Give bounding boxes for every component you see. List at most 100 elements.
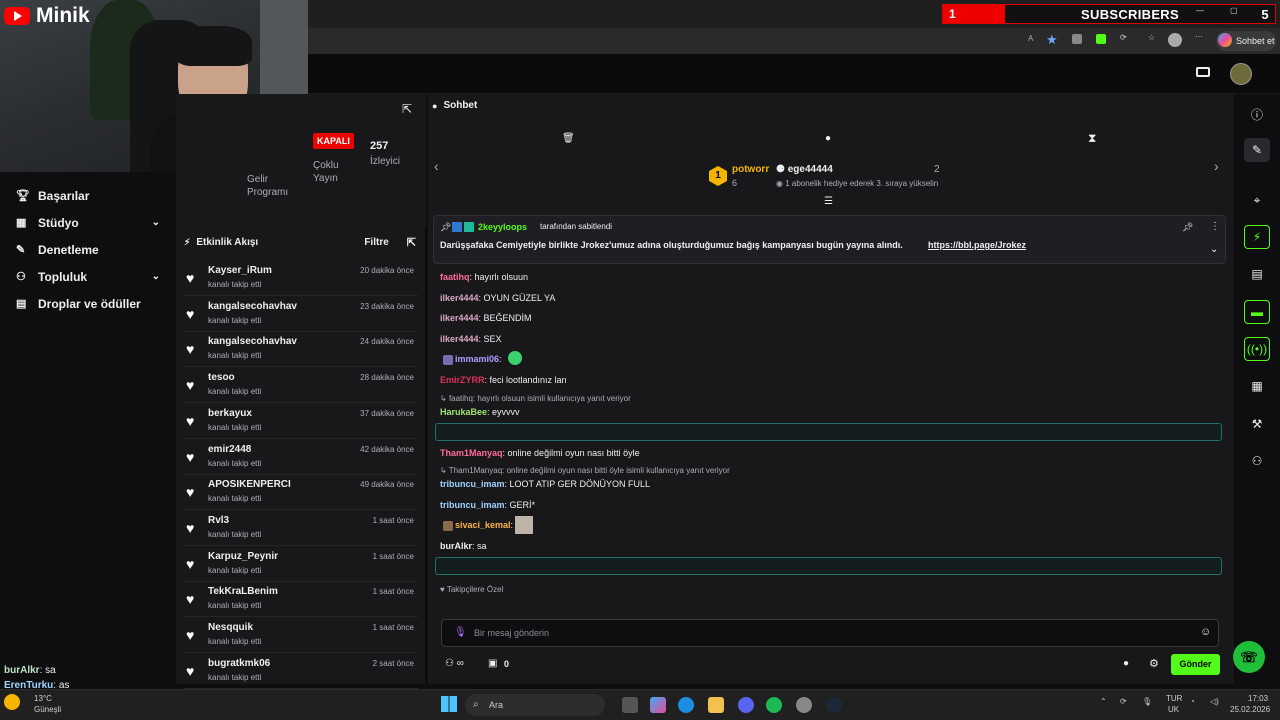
activity-user[interactable]: Rvl3 xyxy=(208,515,229,526)
activity-row[interactable]: ♥ Rvl3 kanalı takip etti 1 saat önce xyxy=(184,512,418,546)
theatre-mode-icon[interactable] xyxy=(1196,67,1210,77)
steam-icon[interactable] xyxy=(826,697,842,713)
trash-icon[interactable]: 🗑︎ xyxy=(562,133,575,144)
send-button[interactable]: Gönder xyxy=(1171,654,1220,675)
filter-button[interactable]: Filtre xyxy=(364,237,388,248)
chat-username[interactable]: faatihq xyxy=(440,272,470,282)
activity-row[interactable]: ♥ kangalsecohavhav kanalı takip etti 24 dak… xyxy=(184,333,418,368)
activity-user[interactable]: tesoo xyxy=(208,372,235,383)
unpin-icon[interactable]: 📌︎ xyxy=(1182,222,1193,233)
leaderboard-first-user[interactable]: potworr xyxy=(732,164,769,175)
layout-icon[interactable]: ▦ xyxy=(1244,374,1270,398)
language-1[interactable]: TUR xyxy=(1166,694,1182,703)
spotify-icon[interactable] xyxy=(766,697,782,713)
activity-row[interactable]: ♥ Nesqquik kanalı takip etti 1 saat önce xyxy=(184,619,418,653)
minimize-icon[interactable]: — xyxy=(1196,6,1204,15)
activity-user[interactable]: TekKraLBenim xyxy=(208,586,278,597)
nav-item-drops[interactable]: ▤ Droplar ve ödüller xyxy=(0,290,176,317)
chevron-down-icon[interactable]: ⌄ xyxy=(152,271,160,282)
chat-username[interactable]: sivaci_kemal xyxy=(455,520,511,530)
star-icon[interactable]: ★ xyxy=(1046,32,1058,48)
activity-row[interactable]: ♥ TekKraLBenim kanalı takip etti 1 saat önc… xyxy=(184,583,418,618)
windows-start-icon[interactable] xyxy=(441,696,457,712)
refresh-icon[interactable]: ⟳ xyxy=(1120,33,1127,42)
activity-user[interactable]: Nesqquik xyxy=(208,622,253,633)
more-vertical-icon[interactable]: ⋮ xyxy=(1210,221,1220,232)
clock-time[interactable]: 17:03 xyxy=(1248,694,1268,703)
clock-date[interactable]: 25.02.2026 xyxy=(1230,705,1270,714)
channel-points-icon[interactable]: ⚇ ∞ xyxy=(445,658,464,669)
chat-username[interactable]: burAlkr xyxy=(440,541,472,551)
pinned-link[interactable]: https://bbl.page/Jrokez xyxy=(928,240,1026,250)
popout-icon[interactable]: ⇱ xyxy=(407,236,416,249)
popout-icon[interactable]: ⇱ xyxy=(402,102,412,116)
activity-user[interactable]: kangalsecohavhav xyxy=(208,301,297,312)
nav-item-community[interactable]: ⚇ Topluluk ⌄ xyxy=(0,263,176,290)
activity-row[interactable]: ♥ tesoo kanalı takip etti 28 dakika önce xyxy=(184,369,418,404)
chat-username[interactable]: EmirZYRR xyxy=(440,375,485,385)
store-icon[interactable]: ▣ xyxy=(488,658,497,669)
leaderboard-second-user[interactable]: ⚈ ege44444 xyxy=(776,164,833,175)
activity-row[interactable]: ♥ berkayux kanalı takip etti 37 dakika önce xyxy=(184,405,418,439)
obs-icon[interactable] xyxy=(796,697,812,713)
chevron-right-icon[interactable]: › xyxy=(1214,158,1219,174)
chat-username[interactable]: tribuncu_imam xyxy=(440,479,505,489)
emote-icon[interactable]: ☺ xyxy=(1200,626,1211,638)
more-icon[interactable]: ··· xyxy=(1195,32,1203,41)
info-icon[interactable]: ⓘ xyxy=(1244,102,1270,126)
file-explorer-icon[interactable] xyxy=(708,697,724,713)
volume-icon[interactable]: ◁) xyxy=(1210,697,1219,706)
activity-row[interactable]: ♥ kangalsecohavhav kanalı takip etti 23 dak… xyxy=(184,298,418,332)
chat-username[interactable]: ilker4444 xyxy=(440,313,479,323)
chat-icon[interactable]: ▬ xyxy=(1244,300,1270,324)
nav-item-achievements[interactable]: 🏆︎ Başarılar xyxy=(0,182,176,209)
restore-icon[interactable]: ▢ xyxy=(1230,6,1238,15)
activity-row[interactable]: ♥ bugratkmk06 kanalı takip etti 2 saat önce xyxy=(184,655,418,689)
extension-icon[interactable] xyxy=(1072,34,1082,44)
collapse-icon[interactable]: ☰ xyxy=(824,196,833,207)
activity-user[interactable]: Karpuz_Peynir xyxy=(208,551,278,562)
copilot-taskbar-icon[interactable] xyxy=(650,697,666,713)
wrench-icon[interactable]: ⚒ xyxy=(1244,412,1270,436)
kick-extension-icon[interactable] xyxy=(1096,34,1106,44)
user-avatar[interactable] xyxy=(1230,63,1252,85)
browser-address-bar[interactable]: A ★ ⟳ ☆ ··· Sohbet et xyxy=(300,28,1280,54)
edge-icon[interactable] xyxy=(678,697,694,713)
clip-icon[interactable]: ⌖ xyxy=(1244,188,1270,212)
notes-icon[interactable]: ▤ xyxy=(1244,262,1270,286)
nav-item-moderation[interactable]: ✎ Denetleme xyxy=(0,236,176,263)
network-icon[interactable]: ⟳ xyxy=(1120,697,1127,706)
chat-bubble-icon[interactable]: ● xyxy=(1123,658,1129,669)
chevron-down-icon[interactable]: ⌄ xyxy=(1210,244,1218,255)
chevron-down-icon[interactable]: ⌄ xyxy=(152,217,160,228)
microphone-icon[interactable]: 🎙︎ xyxy=(1142,697,1152,706)
chat-username[interactable]: ilker4444 xyxy=(440,334,479,344)
activity-user[interactable]: emir2448 xyxy=(208,444,251,455)
wifi-icon[interactable]: ◔ xyxy=(1190,697,1195,706)
activity-user[interactable]: Kayser_iRum xyxy=(208,265,272,276)
activity-row[interactable]: ♥ Kayser_iRum kanalı takip etti 20 dakika ö… xyxy=(184,262,418,296)
discord-icon[interactable] xyxy=(738,697,754,713)
chat-username[interactable]: HarukaBee xyxy=(440,407,487,417)
chat-username[interactable]: immami06 xyxy=(455,354,499,364)
task-view-icon[interactable] xyxy=(622,697,638,713)
activity-row[interactable]: ♥ APOSIKENPERCI kanalı takip etti 49 dakika… xyxy=(184,476,418,511)
chat-username[interactable]: ilker4444 xyxy=(440,293,479,303)
chat-username[interactable]: Tham1Manyaq xyxy=(440,448,503,458)
chat-input[interactable]: 🎙︎ Bir mesaj gönderin ☺ xyxy=(441,619,1219,647)
chat-username[interactable]: tribuncu_imam xyxy=(440,500,505,510)
support-chat-button[interactable]: ☏ xyxy=(1233,641,1265,673)
chat-bubble-icon[interactable]: ● xyxy=(825,133,831,144)
taskbar-search[interactable]: ⌕ Ara xyxy=(465,694,605,716)
lightning-icon[interactable]: ⚡︎ xyxy=(1244,225,1270,249)
nav-item-studio[interactable]: ▦ Stüdyo ⌄ xyxy=(0,209,176,236)
activity-user[interactable]: kangalsecohavhav xyxy=(208,336,297,347)
activity-user[interactable]: berkayux xyxy=(208,408,252,419)
microphone-icon[interactable]: 🎙︎ xyxy=(454,627,467,638)
read-aloud-icon[interactable]: A xyxy=(1028,34,1033,43)
edit-icon[interactable]: ✎ xyxy=(1244,138,1270,162)
activity-row[interactable]: ♥ emir2448 kanalı takip etti 42 dakika önce xyxy=(184,441,418,475)
hourglass-icon[interactable]: ⧗ xyxy=(1088,131,1096,146)
weather-sun-icon[interactable] xyxy=(4,694,20,710)
community-icon[interactable]: ⚇ xyxy=(1244,449,1270,473)
